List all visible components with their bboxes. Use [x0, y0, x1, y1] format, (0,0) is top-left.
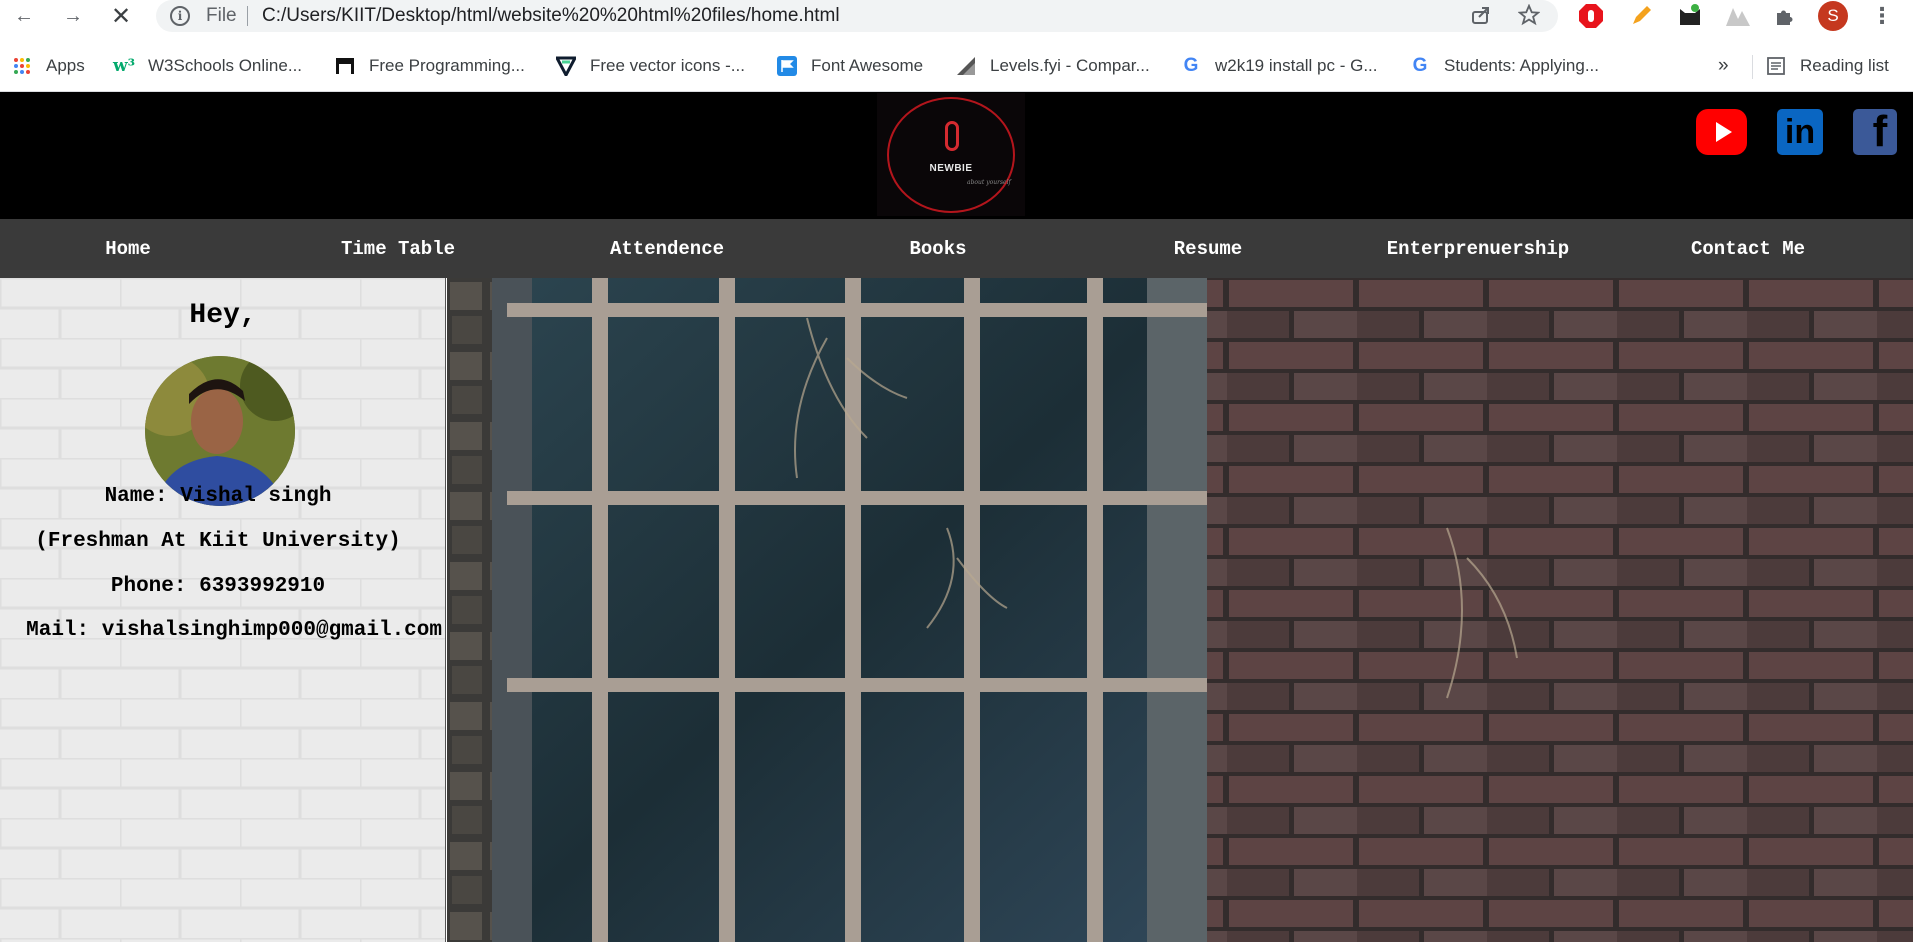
- logo-text: NEWBIE: [929, 162, 973, 174]
- nav-attendence[interactable]: Attendence: [587, 234, 747, 264]
- bookmark-apps[interactable]: Apps: [12, 53, 85, 79]
- reading-list-icon: [1766, 56, 1786, 76]
- address-separator: [247, 6, 248, 26]
- bookmark-star-icon[interactable]: [1517, 3, 1541, 32]
- profile-avatar[interactable]: S: [1818, 1, 1848, 31]
- google-icon: G: [1183, 55, 1199, 76]
- pencil-extension-icon[interactable]: [1627, 2, 1655, 30]
- bookmark-w3schools[interactable]: w³ W3Schools Online...: [112, 53, 303, 79]
- profile-photo: [145, 356, 295, 506]
- hero-image: [447, 278, 1913, 942]
- site-info-icon[interactable]: i: [170, 6, 190, 26]
- nav-time-table[interactable]: Time Table: [318, 234, 478, 264]
- bookmark-label: Font Awesome: [811, 56, 924, 75]
- bookmark-flaticon[interactable]: Free vector icons -...: [556, 53, 745, 79]
- page-icon: [335, 56, 355, 76]
- bookmark-font-awesome[interactable]: Font Awesome: [777, 53, 923, 79]
- main-nav: Home Time Table Attendence Books Resume …: [0, 219, 1913, 278]
- levels-icon: [956, 56, 976, 76]
- profile-sidebar: Hey, Name: Vishal singh (Freshman At Kii…: [0, 278, 446, 942]
- bookmarks-divider: [1752, 55, 1753, 79]
- window-bars-illustration: [447, 278, 1913, 942]
- bookmark-label: Free Programming...: [369, 56, 525, 75]
- linkedin-icon[interactable]: in: [1777, 109, 1823, 155]
- reading-list-label: Reading list: [1800, 56, 1889, 75]
- greeting-text: Hey,: [189, 300, 257, 331]
- browser-menu-icon[interactable]: ⋮: [1868, 2, 1896, 30]
- scheme-label: File: [206, 5, 237, 26]
- bookmarks-overflow-chevron-icon[interactable]: »: [1718, 53, 1729, 79]
- share-icon[interactable]: [1470, 4, 1492, 32]
- bookmark-label: Levels.fyi - Compar...: [990, 56, 1150, 75]
- play-triangle: [1715, 122, 1732, 142]
- logo-ring: NEWBIE about yourself: [887, 96, 1015, 213]
- url-text[interactable]: C:/Users/KIIT/Desktop/html/website%20%20…: [262, 5, 840, 27]
- nav-resume[interactable]: Resume: [1128, 234, 1288, 264]
- mountain-extension-icon[interactable]: [1724, 2, 1752, 30]
- flaticon-icon: [556, 56, 576, 76]
- apps-grid-icon: [12, 56, 32, 76]
- bookmark-students-applying[interactable]: G Students: Applying...: [1410, 53, 1599, 79]
- nav-contact-me[interactable]: Contact Me: [1668, 234, 1828, 264]
- forward-arrow-icon[interactable]: →: [59, 2, 87, 30]
- stop-loading-icon[interactable]: ✕: [107, 2, 135, 30]
- nav-home[interactable]: Home: [72, 234, 184, 264]
- bookmark-label: Free vector icons -...: [590, 56, 745, 75]
- site-logo[interactable]: NEWBIE about yourself: [877, 93, 1025, 216]
- bookmark-w2k19[interactable]: G w2k19 install pc - G...: [1181, 53, 1378, 79]
- adblock-extension-icon[interactable]: [1577, 2, 1605, 30]
- google-icon: G: [1412, 55, 1428, 76]
- bookmark-label: Apps: [46, 56, 85, 75]
- paperclip-icon: [945, 120, 959, 151]
- facebook-icon[interactable]: f: [1853, 109, 1897, 155]
- site-header: NEWBIE about yourself in f: [0, 92, 1913, 219]
- browser-toolbar: ← → ✕ i File C:/Users/KIIT/Desktop/html/…: [0, 0, 1913, 32]
- flag-icon: [777, 56, 797, 76]
- w3schools-icon: w³: [112, 56, 136, 76]
- nav-enterprenuership[interactable]: Enterprenuership: [1368, 234, 1588, 264]
- bookmark-levels-fyi[interactable]: Levels.fyi - Compar...: [956, 53, 1150, 79]
- profile-mail: Mail: vishalsinghimp000@gmail.com: [26, 619, 442, 642]
- youtube-icon[interactable]: [1696, 109, 1747, 155]
- address-bar[interactable]: i File C:/Users/KIIT/Desktop/html/websit…: [156, 0, 1558, 32]
- extensions-puzzle-icon[interactable]: [1771, 2, 1799, 30]
- bookmark-free-programming[interactable]: Free Programming...: [335, 53, 525, 79]
- bookmark-label: w2k19 install pc - G...: [1215, 56, 1378, 75]
- bookmarks-bar: Apps w³ W3Schools Online... Free Program…: [0, 45, 1913, 85]
- back-arrow-icon[interactable]: ←: [10, 2, 38, 30]
- reading-list-button[interactable]: Reading list: [1766, 53, 1889, 79]
- cat-extension-icon[interactable]: [1676, 2, 1704, 30]
- profile-phone: Phone: 6393992910: [110, 575, 326, 598]
- bookmark-label: Students: Applying...: [1444, 56, 1599, 75]
- logo-subtext: about yourself: [967, 178, 1011, 186]
- nav-books[interactable]: Books: [858, 234, 1018, 264]
- profile-title: (Freshman At Kiit University): [35, 530, 401, 553]
- profile-name: Name: Vishal singh: [104, 485, 332, 508]
- bookmark-label: W3Schools Online...: [148, 56, 303, 75]
